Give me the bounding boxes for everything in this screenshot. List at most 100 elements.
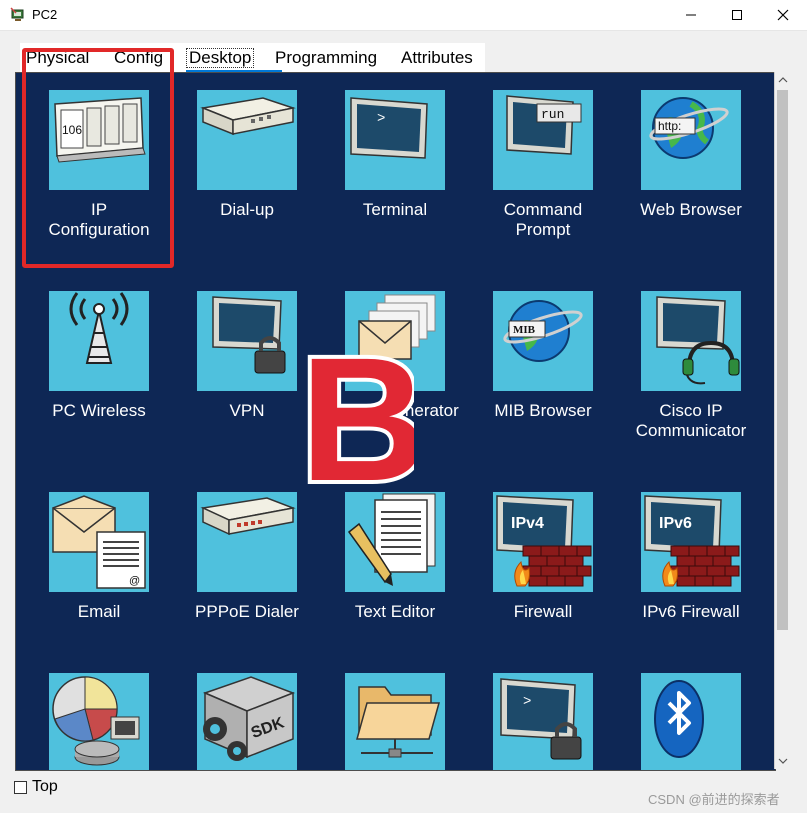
text-editor-icon [347,493,436,586]
app-tile: > [493,673,593,770]
svg-text:>: > [377,111,385,127]
email-icon: @ [52,495,146,589]
modem-icon [200,97,296,136]
tab-config[interactable]: Config [114,47,163,69]
minimize-button[interactable] [668,0,714,30]
app-text-editor[interactable]: Text Editor [321,492,469,622]
maximize-button[interactable] [714,0,760,30]
app-tile: http: [641,90,741,190]
app-pppoe-dialer[interactable]: PPPoE Dialer [173,492,321,622]
app-label: Text Editor [354,602,436,621]
chevron-up-icon [778,77,788,83]
app-traffic-generator[interactable]: Traffic Generator [321,291,469,421]
app-command-prompt[interactable]: run Command Prompt [469,90,617,240]
tab-attributes[interactable]: Attributes [401,47,473,69]
app-tile [641,673,741,770]
app-tile: @ [49,492,149,592]
web-browser-icon: http: [649,97,729,159]
app-tile [49,673,149,770]
app-label: Cisco IP Communicator [635,401,747,440]
ssh-terminal-lock-icon: > [500,678,582,760]
svg-text:run: run [541,107,564,122]
scroll-down-button[interactable] [775,753,791,769]
app-tile: > [345,90,445,190]
app-label: Command Prompt [503,200,583,239]
command-prompt-icon: run [506,95,582,155]
app-label: PC Wireless [52,401,146,420]
app-cisco-ip-communicator[interactable]: Cisco IP Communicator [617,291,765,441]
app-vpn[interactable]: VPN [173,291,321,421]
app-label: IPv6 Firewall [642,602,740,621]
top-checkbox[interactable] [14,781,27,794]
maximize-icon [732,10,742,20]
app-tile [345,673,445,770]
app-tile: 106 [49,90,149,190]
app-tile [641,291,741,391]
scroll-thumb[interactable] [777,90,788,630]
app-bluetooth[interactable] [617,673,765,770]
app-tile: run [493,90,593,190]
app-tile [197,492,297,592]
app-netflow-collector[interactable] [25,673,173,770]
tab-programming[interactable]: Programming [275,47,377,69]
app-web-browser[interactable]: http: Web Browser [617,90,765,220]
netflow-chart-icon [52,676,140,766]
svg-text:MIB: MIB [513,324,536,336]
svg-text:>: > [523,694,531,710]
vertical-scrollbar[interactable] [774,72,791,769]
app-firewall[interactable]: IPv4 Firewall [469,492,617,622]
app-tile [197,90,297,190]
svg-text:IPv6: IPv6 [659,515,692,532]
tab-physical[interactable]: Physical [26,47,89,69]
app-email[interactable]: @ Email [25,492,173,622]
close-button[interactable] [760,0,806,30]
app-ssh-client[interactable]: > [469,673,617,770]
app-tile [345,492,445,592]
envelopes-icon [358,294,436,360]
app-tile: MIB [493,291,593,391]
svg-text:http:: http: [658,119,681,133]
app-label: Web Browser [640,200,742,219]
window-title: PC2 [32,7,58,22]
folder-network-icon [356,686,440,758]
app-sdk[interactable]: SDK [173,673,321,770]
app-label: Terminal [362,200,428,219]
app-label: Traffic Generator [331,401,459,420]
close-icon [777,9,789,21]
app-label: IP Configuration [48,200,150,239]
app-label: PPPoE Dialer [195,602,299,621]
svg-text:106: 106 [62,123,82,137]
app-label: Firewall [513,602,573,621]
app-mib-browser[interactable]: MIB MIB Browser [469,291,617,421]
app-pc-wireless[interactable]: PC Wireless [25,291,173,421]
ip-config-icon: 106 [54,97,146,163]
app-ip-configuration[interactable]: 106 IP Configuration [25,90,173,240]
app-ipv6-firewall[interactable]: IPv6 IPv6 Firewall [617,492,765,622]
pc2-window: PC2 Physical Config Desktop Programming … [0,0,807,813]
wireless-tower-icon [69,292,129,364]
app-terminal[interactable]: > Terminal [321,90,469,220]
bluetooth-icon [654,680,704,758]
desktop-panel: 106 IP Configuration Dial-up > Terminal … [15,72,776,771]
scroll-up-button[interactable] [775,72,791,88]
terminal-icon: > [350,97,428,159]
app-label: Email [77,602,121,621]
firewall-ipv4-icon: IPv4 [496,495,592,587]
sdk-gear-icon: SDK [202,676,296,761]
top-label: Top [32,778,58,795]
app-tile: IPv4 [493,492,593,592]
tab-desktop[interactable]: Desktop [186,48,255,68]
app-tile [345,291,445,391]
vpn-lock-icon [212,296,286,374]
app-file-manager[interactable] [321,673,469,770]
pppoe-modem-icon [200,497,296,536]
title-bar: PC2 [0,0,807,31]
svg-text:IPv4: IPv4 [511,515,544,532]
firewall-ipv6-icon: IPv6 [644,495,740,587]
mib-browser-icon: MIB [503,300,583,362]
svg-text:@: @ [129,575,140,587]
app-dial-up[interactable]: Dial-up [173,90,321,220]
watermark: CSDN @前进的探索者 [648,792,780,807]
app-tile: IPv6 [641,492,741,592]
tab-bar: Physical Config Desktop Programming Attr… [20,43,485,72]
